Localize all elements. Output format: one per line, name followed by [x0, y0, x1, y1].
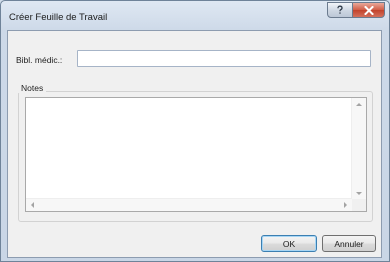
scroll-up-arrow-icon[interactable] [356, 103, 362, 106]
dialog-client-area: Bibl. médic.: Notes OK Annuler [7, 30, 382, 258]
notes-legend: Notes [18, 83, 47, 93]
close-icon [363, 5, 374, 15]
scrollbar-corner [352, 199, 366, 211]
horizontal-scrollbar[interactable] [26, 198, 352, 211]
dialog-window: Créer Feuille de Travail Bibl. médic.: N… [0, 0, 390, 262]
scroll-down-arrow-icon[interactable] [356, 192, 362, 195]
bibl-medic-input[interactable] [77, 50, 371, 67]
close-button[interactable] [352, 2, 385, 18]
scroll-right-arrow-icon[interactable] [344, 202, 347, 208]
notes-textarea[interactable] [26, 98, 352, 200]
vertical-scrollbar[interactable] [351, 98, 366, 200]
window-title: Créer Feuille de Travail [9, 12, 108, 23]
question-mark-icon [337, 5, 343, 14]
bibl-medic-label: Bibl. médic.: [16, 55, 63, 65]
cancel-button[interactable]: Annuler [322, 235, 376, 252]
title-bar[interactable]: Créer Feuille de Travail [1, 1, 389, 29]
ok-button[interactable]: OK [261, 235, 317, 252]
help-button[interactable] [327, 2, 353, 18]
scroll-left-arrow-icon[interactable] [31, 202, 34, 208]
notes-textarea-container [25, 97, 367, 212]
